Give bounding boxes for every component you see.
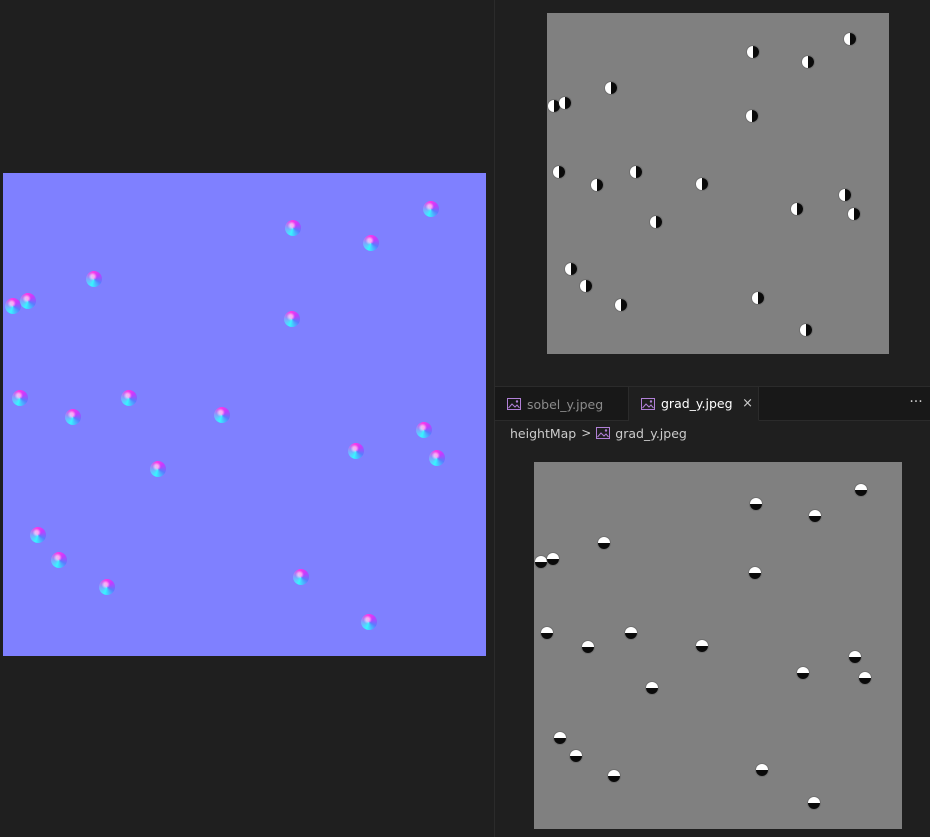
sphere-blob (859, 672, 871, 684)
grad-y-image-preview (534, 462, 902, 829)
sphere-blob (51, 552, 67, 568)
sphere-blob (848, 208, 860, 220)
sphere-blob (646, 682, 658, 694)
sphere-blob (855, 484, 867, 496)
sphere-blob (746, 110, 758, 122)
sphere-blob (605, 82, 617, 94)
sphere-blob (580, 280, 592, 292)
sphere-blob (747, 46, 759, 58)
image-file-icon (596, 427, 611, 439)
sphere-blob (553, 166, 565, 178)
tab-label: sobel_y.jpeg (527, 396, 604, 412)
chevron-right-icon: > (581, 426, 592, 440)
left-editor-group (0, 0, 494, 837)
right-bottom-editor-group: sobel_y.jpeg grad_y.jpeg × ··· heightMap… (495, 387, 930, 837)
sobel-image-preview (547, 13, 889, 354)
sphere-blob (809, 510, 821, 522)
tab-bar: sobel_y.jpeg grad_y.jpeg × ··· (495, 387, 930, 421)
sphere-blob (570, 750, 582, 762)
sphere-blob (696, 640, 708, 652)
sphere-blob (99, 579, 115, 595)
sphere-blob (30, 527, 46, 543)
sphere-blob (791, 203, 803, 215)
sphere-blob (608, 770, 620, 782)
sphere-blob (363, 235, 379, 251)
sphere-blob (416, 422, 432, 438)
sphere-blob (802, 56, 814, 68)
breadcrumb: heightMap > grad_y.jpeg (510, 421, 687, 445)
sphere-blob (797, 667, 809, 679)
more-actions-icon[interactable]: ··· (906, 395, 926, 413)
tab-sobel-y[interactable]: sobel_y.jpeg (495, 387, 629, 421)
sphere-blob (554, 732, 566, 744)
sphere-blob (808, 797, 820, 809)
breadcrumb-folder[interactable]: heightMap (510, 426, 576, 441)
image-file-icon (641, 397, 655, 410)
sphere-blob (65, 409, 81, 425)
sphere-blob (361, 614, 377, 630)
sphere-blob (591, 179, 603, 191)
sphere-blob (749, 567, 761, 579)
sphere-blob (535, 556, 547, 568)
sphere-blob (630, 166, 642, 178)
sphere-blob (752, 292, 764, 304)
breadcrumb-file[interactable]: grad_y.jpeg (615, 426, 687, 441)
sphere-blob (541, 627, 553, 639)
sphere-blob (565, 263, 577, 275)
sphere-blob (150, 461, 166, 477)
sphere-blob (615, 299, 627, 311)
sphere-blob (756, 764, 768, 776)
tab-label: grad_y.jpeg (661, 396, 733, 411)
sphere-blob (20, 293, 36, 309)
sphere-blob (547, 553, 559, 565)
sphere-blob (285, 220, 301, 236)
sphere-blob (429, 450, 445, 466)
workbench: sobel_y.jpeg grad_y.jpeg × ··· heightMap… (0, 0, 930, 837)
sphere-blob (625, 627, 637, 639)
sphere-blob (86, 271, 102, 287)
sphere-blob (214, 407, 230, 423)
sphere-blob (284, 311, 300, 327)
sphere-blob (650, 216, 662, 228)
sphere-blob (423, 201, 439, 217)
sphere-blob (750, 498, 762, 510)
sphere-blob (800, 324, 812, 336)
sphere-blob (582, 641, 594, 653)
sphere-blob (839, 189, 851, 201)
sphere-blob (12, 390, 28, 406)
image-file-icon (507, 398, 521, 410)
sphere-blob (5, 298, 21, 314)
close-icon[interactable]: × (741, 396, 755, 411)
sphere-blob (293, 569, 309, 585)
sphere-blob (121, 390, 137, 406)
sphere-blob (696, 178, 708, 190)
sphere-blob (348, 443, 364, 459)
normal-map-image (3, 173, 486, 656)
sphere-blob (598, 537, 610, 549)
sphere-blob (559, 97, 571, 109)
right-top-editor-group (495, 0, 930, 386)
tab-grad-y[interactable]: grad_y.jpeg × (629, 387, 759, 421)
sphere-blob (844, 33, 856, 45)
sphere-blob (849, 651, 861, 663)
